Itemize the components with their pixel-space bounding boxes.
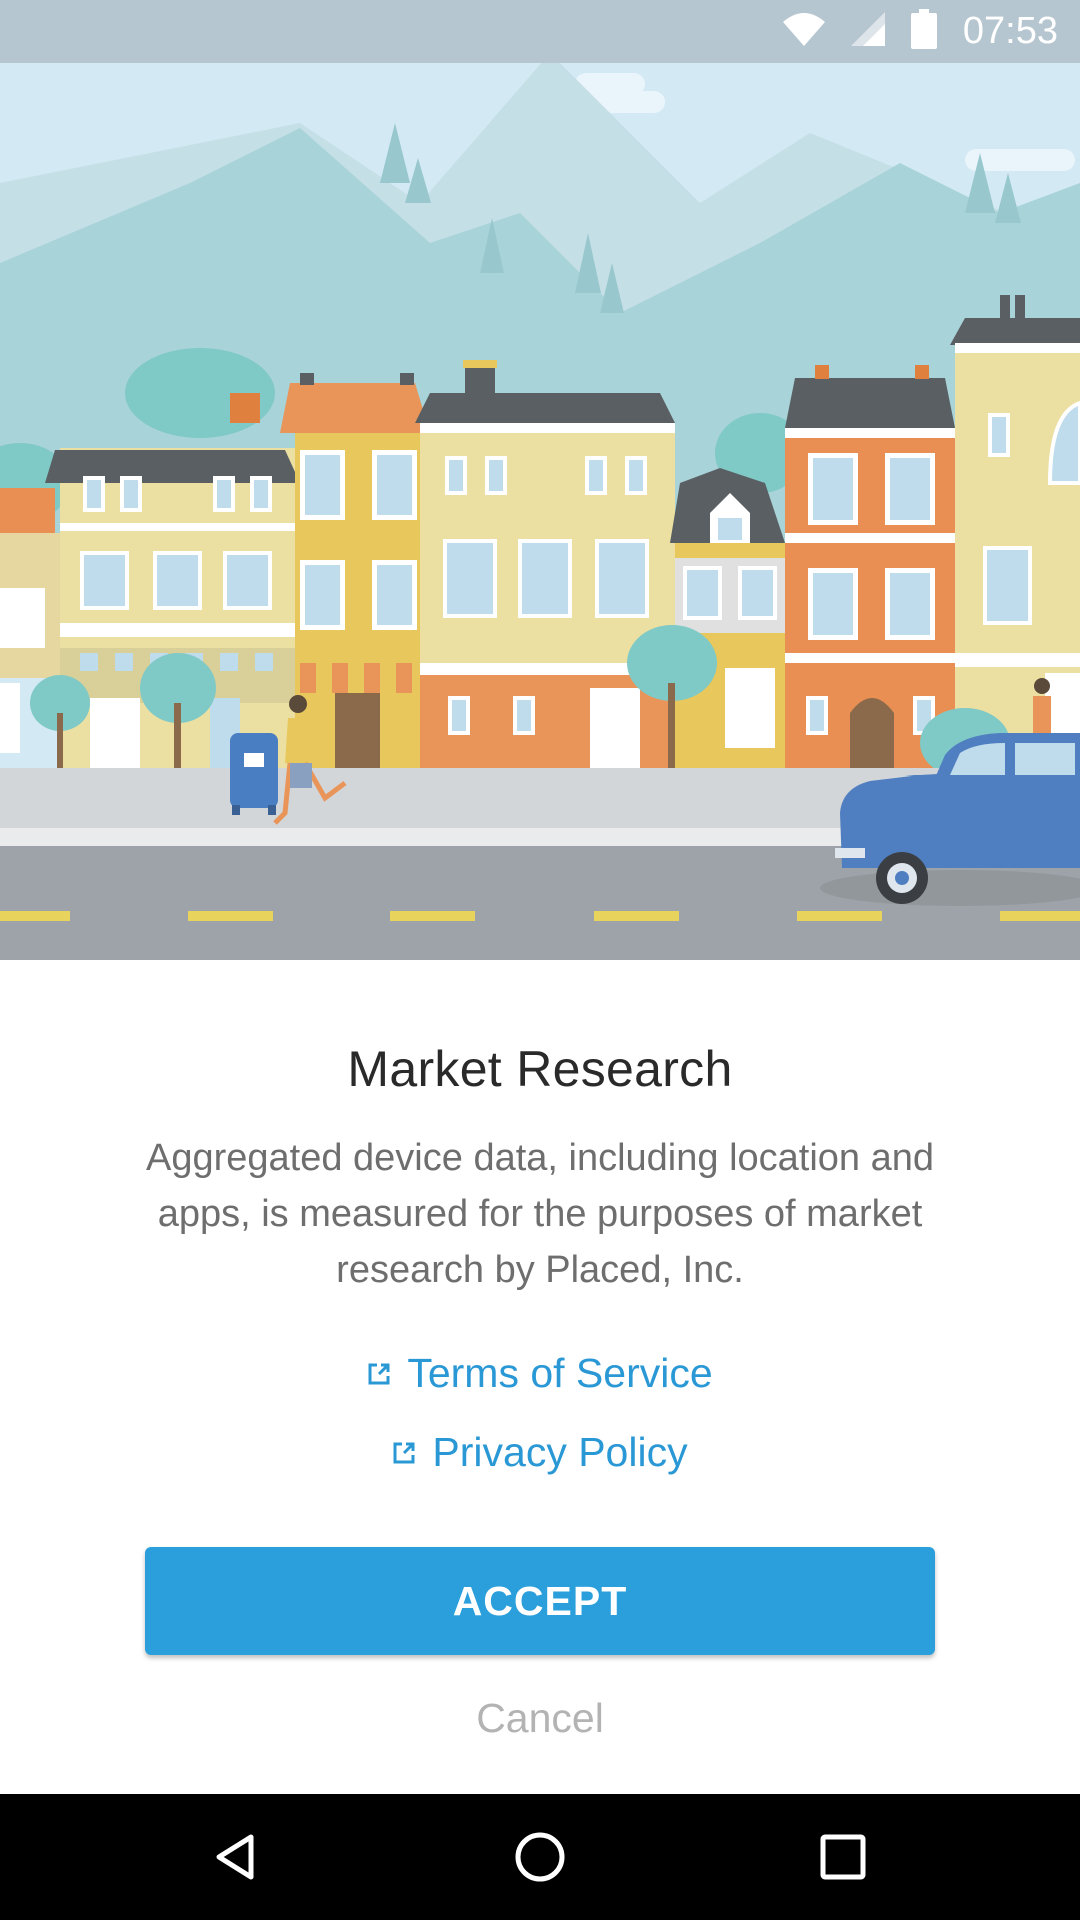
cancel-button[interactable]: Cancel — [390, 1678, 690, 1758]
home-icon[interactable] — [500, 1817, 580, 1897]
external-link-icon — [392, 1441, 416, 1465]
privacy-policy-label: Privacy Policy — [432, 1429, 688, 1475]
navigation-bar — [0, 1794, 1080, 1920]
terms-of-service-label: Terms of Service — [407, 1350, 713, 1396]
recents-icon[interactable] — [803, 1817, 883, 1897]
privacy-policy-link[interactable]: Privacy Policy — [0, 1429, 1080, 1476]
description-text: Aggregated device data, including locati… — [145, 1137, 935, 1291]
terms-of-service-link[interactable]: Terms of Service — [0, 1350, 1080, 1397]
back-icon[interactable] — [196, 1817, 276, 1897]
status-time: 07:53 — [962, 10, 1058, 52]
external-link-icon — [367, 1362, 391, 1386]
cell-signal-icon — [850, 12, 885, 51]
screen: 07:53 Market Research Aggregated device … — [0, 0, 1080, 1920]
wifi-icon — [782, 12, 825, 51]
accept-button[interactable]: ACCEPT — [145, 1547, 935, 1655]
status-bar: 07:53 — [0, 0, 1080, 63]
city-street-illustration — [0, 63, 1080, 960]
page-title: Market Research — [347, 1041, 733, 1097]
battery-icon — [910, 9, 937, 54]
